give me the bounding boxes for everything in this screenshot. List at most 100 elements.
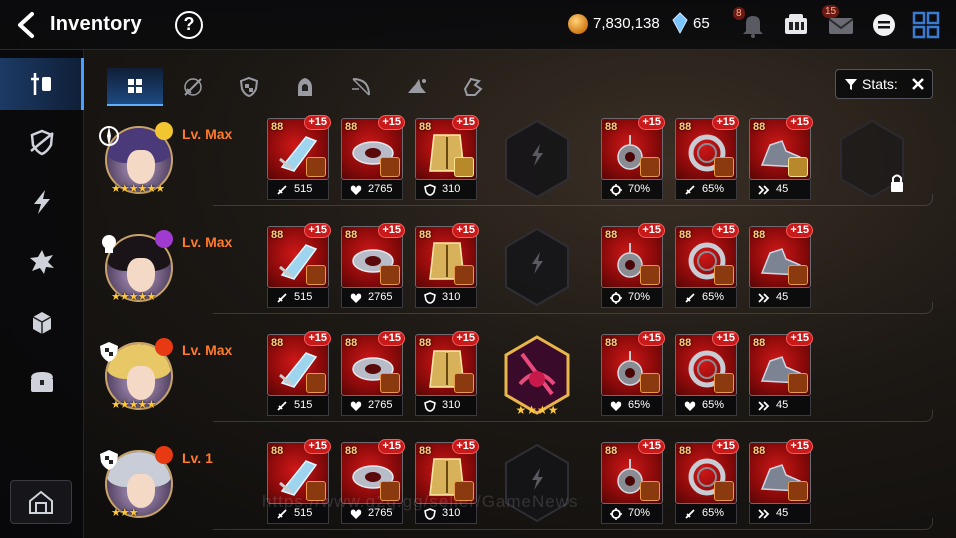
sidebar-item-catalyst[interactable] [0,236,84,288]
set-icon [380,265,400,285]
main-stat: 310 [415,396,477,416]
artifact-slot-empty[interactable] [500,226,574,308]
enhance-badge: +15 [452,223,479,238]
stats-filter-button[interactable]: Stats: [835,69,933,99]
enhance-badge: +15 [304,439,331,454]
svg-text:★★★★: ★★★★ [515,403,558,416]
enhance-badge: +15 [452,331,479,346]
attack-icon [685,509,695,519]
equip-slot-armor[interactable]: 88 +15 310 [415,331,479,416]
material-bag-icon [32,312,52,334]
item-level: 88 [605,121,618,133]
set-icon [380,481,400,501]
hero-level: Lv. 1 [182,450,213,466]
enhance-badge: +15 [638,115,665,130]
equip-slot-armor[interactable]: 88 +15 310 [415,115,479,200]
catalyst-icon [30,250,54,274]
lock-icon [891,182,903,192]
main-stat: 45 [749,180,811,200]
attack-icon [685,293,695,303]
crit-icon [610,508,622,520]
tab-armor[interactable] [277,68,333,106]
equip-slot-ring[interactable]: 88 +15 65% [675,115,739,200]
set-icon [640,157,660,177]
enhance-badge: +15 [378,439,405,454]
sidebar-item-artifact[interactable] [0,176,84,228]
item-level: 88 [753,121,766,133]
equip-slot-ring[interactable]: 88 +15 65% [675,223,739,308]
equip-slot-ring[interactable]: 88 +15 65% [675,439,739,524]
equip-slot-boots[interactable]: 88 +15 45 [749,115,813,200]
equip-slot-weapon[interactable]: 88 +15 515 [267,223,331,308]
tab-weapon[interactable] [165,68,221,106]
hero-class-icon [99,126,119,146]
set-icon [306,265,326,285]
main-stat-value: 70% [628,291,651,303]
boots-icon [463,77,483,96]
back-arrow-icon[interactable] [14,11,40,39]
sidebar-item-equipment[interactable] [0,58,84,110]
category-sidebar [0,50,84,538]
tab-necklace[interactable] [333,68,389,106]
main-stat: 310 [415,180,477,200]
equip-slot-weapon[interactable]: 88 +15 515 [267,331,331,416]
set-icon [306,157,326,177]
equip-slot-necklace[interactable]: 88 +15 70% [601,439,665,524]
tab-helmet[interactable] [221,68,277,106]
sidebar-item-material[interactable] [0,296,84,348]
main-stat-value: 65% [702,183,725,195]
equip-slot-helmet[interactable]: 88 +15 2765 [341,331,405,416]
enhance-badge: +15 [712,439,739,454]
defense-icon [424,292,436,304]
main-stat-value: 65% [628,399,651,411]
main-stat: 45 [749,288,811,308]
team-icon[interactable] [781,10,811,40]
hero-class-icon [100,342,118,362]
lightning-icon [34,190,50,214]
main-stat: 2765 [341,288,403,308]
storage-button[interactable] [10,480,72,524]
equip-slot-boots[interactable]: 88 +15 45 [749,331,813,416]
item-level: 88 [753,229,766,241]
hero-element-icon [155,446,173,464]
equip-slot-necklace[interactable]: 88 +15 65% [601,331,665,416]
enhance-badge: +15 [378,331,405,346]
enhance-badge: +15 [786,331,813,346]
crit-icon [610,292,622,304]
equip-slot-helmet[interactable]: 88 +15 2765 [341,115,405,200]
menu-grid-icon[interactable] [911,10,941,40]
sidebar-item-chest[interactable] [0,356,84,408]
hero-element-icon [155,122,173,140]
equip-slot-weapon[interactable]: 88 +15 515 [267,115,331,200]
speed-icon [758,509,770,519]
equip-slot-helmet[interactable]: 88 +15 2765 [341,223,405,308]
hero-class-icon [100,450,118,470]
main-stat-value: 45 [776,399,789,411]
speed-icon [758,401,770,411]
equip-slot-armor[interactable]: 88 +15 310 [415,223,479,308]
equip-slot-necklace[interactable]: 88 +15 70% [601,115,665,200]
set-icon [640,481,660,501]
enhance-badge: +15 [786,115,813,130]
chat-icon[interactable] [869,10,899,40]
crystal-icon [672,12,688,35]
crossed-swords-icon [912,78,924,90]
exclusive-slot-locked[interactable] [835,118,909,200]
artifact-slot-empty[interactable] [500,118,574,200]
artifact-slot[interactable]: ★★★★ [500,334,574,416]
item-level: 88 [271,121,284,133]
enhance-badge: +15 [638,223,665,238]
sidebar-item-exclusive[interactable] [0,116,84,168]
equip-slot-boots[interactable]: 88 +15 45 [749,223,813,308]
tab-ring[interactable] [389,68,445,106]
equip-slot-boots[interactable]: 88 +15 45 [749,439,813,524]
equip-slot-ring[interactable]: 88 +15 65% [675,331,739,416]
help-button[interactable]: ? [175,11,203,39]
equip-slot-necklace[interactable]: 88 +15 70% [601,223,665,308]
main-stat-value: 65% [702,399,725,411]
item-level: 88 [345,445,358,457]
tab-all[interactable] [107,68,163,106]
gold-coin-icon [568,14,588,34]
tab-boots[interactable] [445,68,501,106]
item-level: 88 [345,337,358,349]
